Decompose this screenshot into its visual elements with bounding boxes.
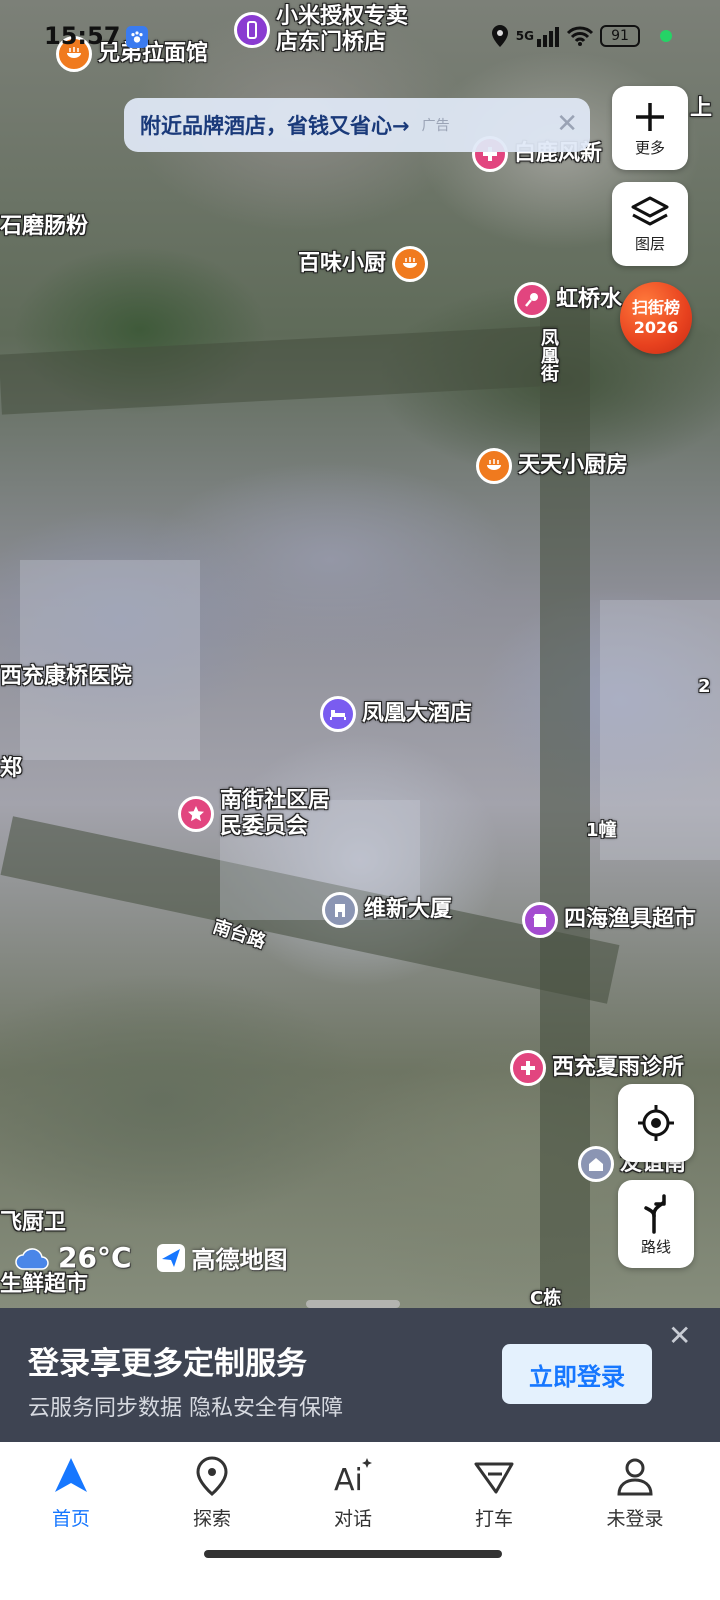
office-building-icon bbox=[322, 892, 358, 928]
poi-tiantian-kitchen[interactable]: 天天小厨房 bbox=[476, 448, 628, 484]
street-ranking-badge[interactable]: 扫街榜 2026 bbox=[620, 282, 692, 354]
poi-phoenix-hotel[interactable]: 凤凰大酒店 bbox=[320, 696, 472, 732]
temperature: 26°C bbox=[58, 1241, 132, 1274]
poi-label: 虹桥水 bbox=[556, 287, 623, 312]
bottom-tab-bar: 首页 探索 Ai 对话 打车 未登录 bbox=[0, 1442, 720, 1600]
close-icon[interactable]: ✕ bbox=[556, 111, 578, 137]
locate-button[interactable] bbox=[618, 1084, 694, 1162]
badge-line1: 扫街榜 bbox=[631, 298, 680, 317]
poi-nanjie-committee[interactable]: 南街社区居 民委员会 bbox=[178, 788, 330, 840]
building-block bbox=[600, 600, 720, 860]
cloud-icon bbox=[15, 1247, 49, 1270]
layers-label: 图层 bbox=[634, 234, 665, 253]
status-time: 15:57 bbox=[44, 22, 121, 50]
bowl-icon bbox=[392, 246, 429, 282]
more-label: 更多 bbox=[634, 138, 665, 157]
tab-label: 未登录 bbox=[606, 1508, 664, 1530]
battery-level: 91 bbox=[611, 28, 629, 44]
location-icon bbox=[491, 25, 508, 47]
tab-home[interactable]: 首页 bbox=[21, 1454, 121, 1531]
map-label-street: 凤凰街 bbox=[538, 328, 559, 382]
tab-label: 首页 bbox=[51, 1508, 90, 1530]
poi-label: 西充夏雨诊所 bbox=[552, 1055, 685, 1080]
layers-icon bbox=[631, 196, 669, 225]
map-label-hospital: 西充康桥医院 bbox=[0, 664, 133, 689]
battery-icon: 91 bbox=[600, 25, 640, 47]
brand-name: 高德地图 bbox=[191, 1246, 288, 1274]
route-button[interactable]: 路线 bbox=[618, 1180, 694, 1268]
poi-label: 凤凰大酒店 bbox=[362, 701, 473, 726]
poi-xiayu-clinic[interactable]: 西充夏雨诊所 bbox=[510, 1050, 684, 1086]
login-subtitle: 云服务同步数据 隐私安全有保障 bbox=[28, 1396, 343, 1421]
map-label-edge: 郑 bbox=[0, 756, 23, 781]
star-icon bbox=[178, 796, 214, 832]
home-indicator[interactable] bbox=[204, 1550, 502, 1558]
plus-icon bbox=[636, 102, 664, 131]
svg-text:Ai: Ai bbox=[334, 1463, 363, 1498]
bed-icon bbox=[320, 696, 356, 732]
shop-icon bbox=[522, 902, 558, 938]
poi-weixin-building[interactable]: 维新大厦 bbox=[322, 892, 452, 928]
ad-tag: 广告 bbox=[421, 118, 450, 134]
tab-taxi[interactable]: 打车 bbox=[444, 1454, 544, 1531]
map-label-edge: 上 bbox=[690, 96, 713, 121]
user-icon bbox=[617, 1458, 653, 1496]
building-block bbox=[20, 560, 200, 760]
ai-icon: Ai bbox=[334, 1458, 372, 1498]
close-icon[interactable]: ✕ bbox=[668, 1322, 691, 1350]
bowl-icon bbox=[476, 448, 512, 484]
microphone-icon bbox=[514, 282, 550, 318]
more-button[interactable]: 更多 bbox=[612, 86, 688, 170]
amap-logo: 高德地图 bbox=[156, 1240, 288, 1275]
route-arrow-icon bbox=[644, 1193, 666, 1234]
login-button[interactable]: 立即登录 bbox=[502, 1344, 652, 1404]
map-label-edge: 2 bbox=[698, 676, 711, 697]
privacy-dot-icon bbox=[660, 30, 672, 42]
ad-banner[interactable]: 附近品牌酒店，省钱又省心→ 广告 ✕ bbox=[124, 98, 590, 152]
house-icon bbox=[578, 1146, 614, 1182]
sheet-handle[interactable] bbox=[306, 1300, 400, 1308]
tab-chat[interactable]: Ai 对话 bbox=[303, 1454, 403, 1531]
poi-label: 四海渔具超市 bbox=[564, 907, 697, 932]
tab-label: 打车 bbox=[474, 1508, 513, 1530]
status-icons: 5G 91 bbox=[490, 24, 672, 48]
map-label-feichu: 飞厨卫 bbox=[0, 1210, 67, 1235]
map-label-supermarket: 生鲜超市 bbox=[0, 1272, 89, 1297]
crosshair-icon bbox=[638, 1105, 674, 1141]
tab-explore[interactable]: 探索 bbox=[162, 1454, 262, 1531]
tab-profile[interactable]: 未登录 bbox=[585, 1454, 685, 1531]
location-pin-icon bbox=[196, 1456, 228, 1496]
weather-row: 26°C 高德地图 bbox=[14, 1240, 288, 1275]
map-label-shimo: 石磨肠粉 bbox=[0, 214, 89, 239]
road-band bbox=[0, 325, 562, 415]
signal-icon bbox=[537, 27, 559, 47]
poi-label: 百味小厨 bbox=[298, 251, 387, 276]
poi-sihai-fishing[interactable]: 四海渔具超市 bbox=[522, 902, 696, 938]
poi-label: 南街社区居 民委员会 bbox=[220, 788, 331, 839]
ad-text[interactable]: 附近品牌酒店，省钱又省心→ bbox=[140, 110, 410, 140]
medical-cross-icon bbox=[510, 1050, 546, 1086]
poi-label: 天天小厨房 bbox=[518, 453, 629, 478]
login-title: 登录享更多定制服务 bbox=[28, 1346, 307, 1382]
tab-label: 探索 bbox=[192, 1508, 231, 1530]
taxi-icon bbox=[474, 1462, 514, 1494]
amap-logo-icon bbox=[156, 1243, 185, 1272]
network-label: 5G bbox=[515, 29, 534, 43]
layers-button[interactable]: 图层 bbox=[612, 182, 688, 266]
login-prompt-panel: 登录享更多定制服务 云服务同步数据 隐私安全有保障 立即登录 ✕ bbox=[0, 1308, 720, 1442]
navigation-arrow-icon bbox=[55, 1458, 87, 1492]
badge-line2: 2026 bbox=[633, 318, 679, 337]
wifi-icon bbox=[566, 26, 594, 46]
poi-hongqiao[interactable]: 虹桥水 bbox=[514, 282, 622, 318]
map-label-building: 1幢 bbox=[586, 820, 617, 841]
tab-label: 对话 bbox=[333, 1508, 372, 1530]
route-label: 路线 bbox=[640, 1237, 671, 1256]
paw-icon bbox=[126, 26, 148, 48]
status-bar: 15:57 5G 91 bbox=[0, 0, 720, 70]
poi-baiwei-kitchen[interactable]: 百味小厨 bbox=[298, 246, 429, 282]
poi-label: 维新大厦 bbox=[364, 897, 453, 922]
